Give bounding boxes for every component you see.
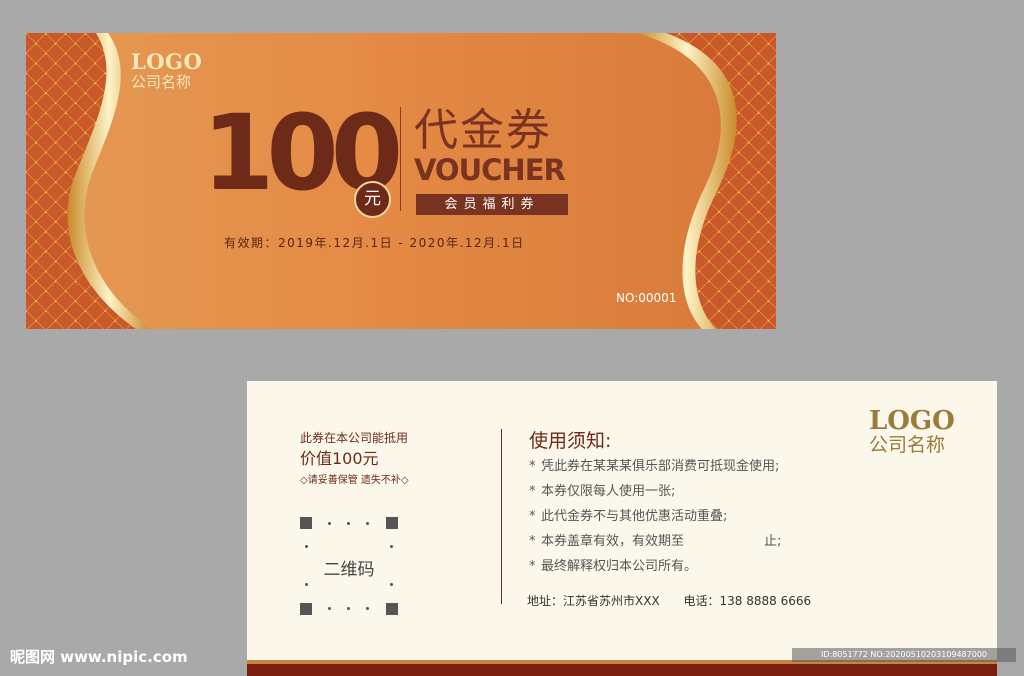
- qr-corner: [300, 517, 312, 529]
- logo-word: LOGO: [131, 49, 203, 74]
- contact-info: 地址：江苏省苏州市XXX 电话：138 8888 6666: [527, 592, 831, 609]
- qr-label: 二维码: [323, 560, 375, 580]
- list-item: * 凭此券在某某某俱乐部消费可抵现金使用;: [529, 454, 781, 479]
- bullet-icon: *: [529, 534, 536, 549]
- bullet-icon: *: [529, 484, 536, 499]
- front-logo: LOGO 公司名称: [131, 51, 202, 90]
- serial-number: NO:00001: [616, 291, 677, 305]
- qr-code-placeholder: 二维码: [300, 517, 398, 615]
- member-tag: 会员福利券: [416, 194, 568, 215]
- note-suffix: 止;: [764, 534, 782, 549]
- phone: 电话：138 8888 6666: [683, 594, 812, 608]
- logo-company-name: 公司名称: [869, 434, 946, 456]
- watermark-right: ID:8051772 NO:20200510203109487000: [792, 648, 1016, 662]
- logo-company-name: 公司名称: [131, 73, 192, 91]
- qr-corner: [300, 603, 312, 615]
- address: 地址：江苏省苏州市XXX: [527, 594, 660, 608]
- qr-dot: [328, 522, 331, 525]
- watermark-left: 昵图网 www.nipic.com: [10, 648, 188, 666]
- qr-dot: [328, 607, 331, 610]
- list-item: * 本券仅限每人使用一张;: [529, 479, 781, 504]
- front-divider: [400, 107, 401, 211]
- list-item: * 本券盖章有效，有效期至 止;: [529, 529, 781, 554]
- validity-period: 有效期：2019年.12月.1日 - 2020年.12月.1日: [224, 236, 525, 250]
- voucher-back: 此券在本公司能抵用 价值100元 ◇请妥善保管 遗失不补◇ 二维码 使用须知: …: [247, 381, 997, 676]
- usage-line: 此券在本公司能抵用: [300, 431, 409, 445]
- qr-dot: [347, 607, 350, 610]
- list-item: * 最终解释权归本公司所有。: [529, 554, 781, 579]
- back-logo: LOGO 公司名称: [869, 408, 955, 455]
- notes-title: 使用须知:: [529, 430, 612, 452]
- qr-dot: [305, 583, 308, 586]
- qr-dot: [390, 545, 393, 548]
- logo-word: LOGO: [869, 406, 955, 436]
- canvas: LOGO 公司名称 100 元 代金券 VOUCHER 会员福利券 有效期：20…: [0, 0, 1024, 676]
- bullet-icon: *: [529, 459, 536, 474]
- qr-corner: [386, 517, 398, 529]
- back-divider: [501, 429, 502, 604]
- voucher-title-en: VOUCHER: [414, 153, 566, 187]
- bullet-icon: *: [529, 509, 536, 524]
- keep-safe-note: ◇请妥善保管 遗失不补◇: [300, 475, 409, 486]
- voucher-title-cn: 代金券: [414, 105, 552, 156]
- bullet-icon: *: [529, 559, 536, 574]
- red-stripe: [247, 664, 997, 676]
- qr-dot: [347, 522, 350, 525]
- qr-dot: [366, 522, 369, 525]
- qr-dot: [366, 607, 369, 610]
- voucher-front: LOGO 公司名称 100 元 代金券 VOUCHER 会员福利券 有效期：20…: [26, 33, 776, 329]
- list-item: * 此代金券不与其他优惠活动重叠;: [529, 504, 781, 529]
- qr-corner: [386, 603, 398, 615]
- value-line: 价值100元: [300, 449, 379, 468]
- yuan-badge: 元: [354, 181, 391, 218]
- notes-list: * 凭此券在某某某俱乐部消费可抵现金使用; * 本券仅限每人使用一张; * 此代金券不…: [529, 454, 781, 579]
- qr-dot: [390, 583, 393, 586]
- qr-dot: [305, 545, 308, 548]
